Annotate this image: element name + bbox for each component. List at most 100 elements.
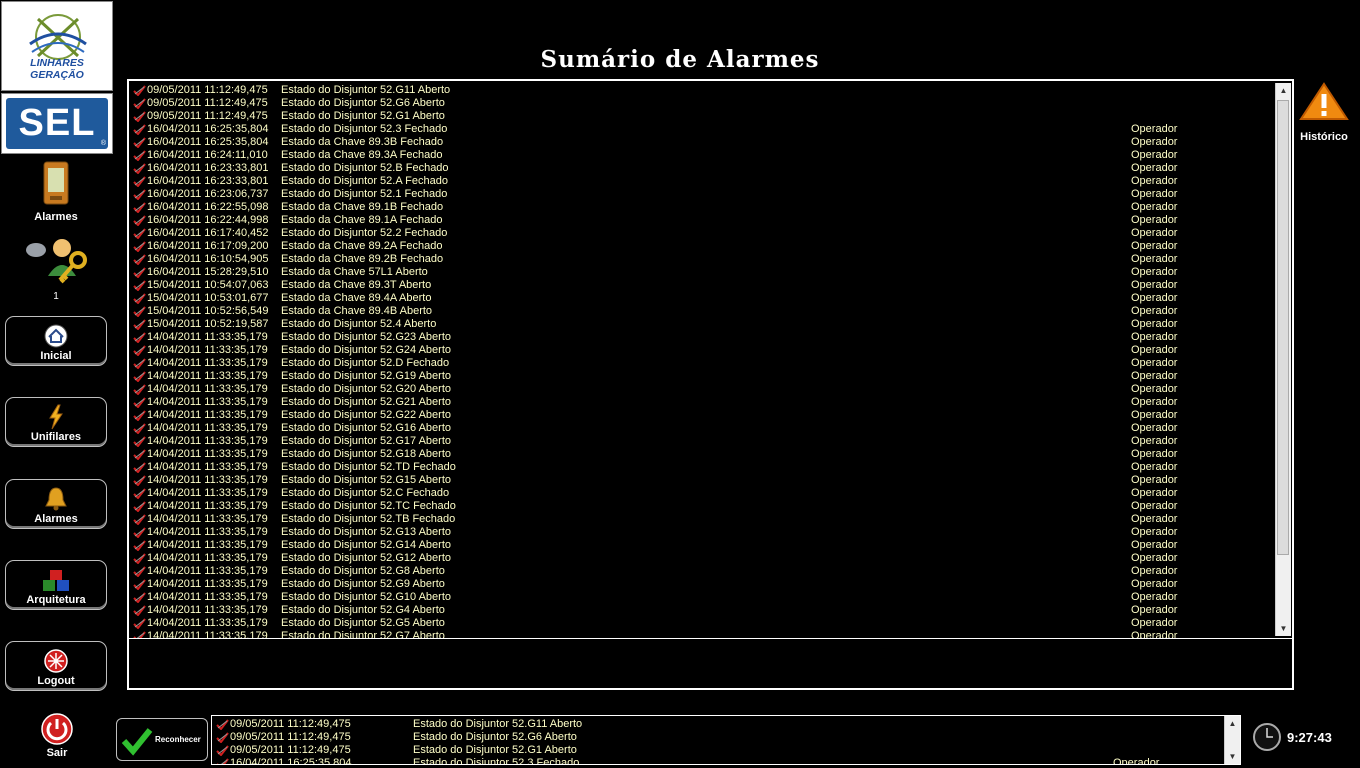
- alarm-timestamp: 09/05/2011 11:12:49,475: [147, 110, 268, 122]
- alarm-timestamp: 14/04/2011 11:33:35,179: [147, 578, 268, 590]
- alarm-row[interactable]: 16/04/2011 16:23:33,801 Estado do Disjunt…: [130, 175, 1273, 188]
- alarm-row[interactable]: 14/04/2011 11:33:35,179 Estado do Disjunt…: [130, 448, 1273, 461]
- alarm-row[interactable]: 14/04/2011 11:33:35,179 Estado do Disjunt…: [130, 552, 1273, 565]
- alarm-row[interactable]: 14/04/2011 11:33:35,179 Estado do Disjunt…: [130, 604, 1273, 617]
- alarm-row[interactable]: 14/04/2011 11:33:35,179 Estado do Disjunt…: [130, 617, 1273, 630]
- reconhecer-button[interactable]: Reconhecer: [116, 718, 208, 761]
- alarm-description: Estado do Disjuntor 52.G7 Aberto: [281, 630, 445, 638]
- alarm-row[interactable]: 15/04/2011 10:53:01,677 Estado da Chave 8…: [130, 292, 1273, 305]
- alarm-timestamp: 16/04/2011 16:17:40,452: [147, 227, 269, 239]
- nav-arquitetura-button[interactable]: Arquitetura: [5, 560, 107, 610]
- mini-scroll-down-icon[interactable]: ▼: [1225, 749, 1240, 764]
- alarm-timestamp: 09/05/2011 11:12:49,475: [147, 84, 268, 96]
- alarm-status-icon: [133, 137, 146, 148]
- alarm-status-icon: [133, 306, 146, 317]
- alarm-status-icon: [133, 384, 146, 395]
- alarm-status-icon: [216, 732, 229, 743]
- alarm-row[interactable]: 14/04/2011 11:33:35,179 Estado do Disjunt…: [130, 331, 1273, 344]
- alarm-row[interactable]: 14/04/2011 11:33:35,179 Estado do Disjunt…: [130, 500, 1273, 513]
- alarm-row[interactable]: 14/04/2011 11:33:35,179 Estado do Disjunt…: [130, 630, 1273, 638]
- alarm-row[interactable]: 09/05/2011 11:12:49,475 Estado do Disjunt…: [130, 97, 1273, 110]
- alarm-timestamp: 14/04/2011 11:33:35,179: [147, 526, 268, 538]
- alarm-row[interactable]: 09/05/2011 11:12:49,475 Estado do Disjunt…: [130, 110, 1273, 123]
- alarm-row[interactable]: 15/04/2011 10:54:07,063 Estado da Chave 8…: [130, 279, 1273, 292]
- alarm-row[interactable]: 14/04/2011 11:33:35,179 Estado do Disjunt…: [130, 422, 1273, 435]
- alarm-row[interactable]: 09/05/2011 11:12:49,475 Estado do Disjunt…: [213, 731, 1223, 744]
- alarm-row[interactable]: 16/04/2011 16:24:11,010 Estado da Chave 8…: [130, 149, 1273, 162]
- recent-alarm-list[interactable]: 09/05/2011 11:12:49,475 Estado do Disjunt…: [213, 718, 1223, 764]
- sel-logo-text: SEL: [6, 98, 108, 149]
- alarm-operator: Operador: [1131, 357, 1178, 369]
- alarm-timestamp: 14/04/2011 11:33:35,179: [147, 500, 268, 512]
- alarm-status-icon: [133, 475, 146, 486]
- alarm-row[interactable]: 16/04/2011 16:25:35,804 Estado do Disjunt…: [213, 757, 1223, 764]
- alarm-timestamp: 14/04/2011 11:33:35,179: [147, 565, 268, 577]
- alarm-row[interactable]: 14/04/2011 11:33:35,179 Estado do Disjunt…: [130, 526, 1273, 539]
- alarm-row[interactable]: 09/05/2011 11:12:49,475 Estado do Disjunt…: [130, 84, 1273, 97]
- user-access[interactable]: 1: [18, 236, 94, 302]
- alarm-status-icon: [133, 280, 146, 291]
- nav-inicial-button[interactable]: Inicial: [5, 316, 107, 366]
- exit-button[interactable]: Sair: [30, 712, 84, 759]
- alarm-list-scrollbar[interactable]: ▲ ▼: [1275, 83, 1291, 636]
- alarm-row[interactable]: 14/04/2011 11:33:35,179 Estado do Disjunt…: [130, 383, 1273, 396]
- alarm-description: Estado do Disjuntor 52.G12 Aberto: [281, 552, 451, 564]
- alarm-row[interactable]: 16/04/2011 16:22:55,098 Estado da Chave 8…: [130, 201, 1273, 214]
- alarm-row[interactable]: 14/04/2011 11:33:35,179 Estado do Disjunt…: [130, 409, 1273, 422]
- alarm-list[interactable]: 09/05/2011 11:12:49,475 Estado do Disjunt…: [130, 84, 1273, 638]
- alarms-shortcut[interactable]: Alarmes: [14, 160, 98, 223]
- recent-alarms-panel: 09/05/2011 11:12:49,475 Estado do Disjunt…: [211, 715, 1241, 765]
- alarm-row[interactable]: 14/04/2011 11:33:35,179 Estado do Disjunt…: [130, 461, 1273, 474]
- mini-scroll-up-icon[interactable]: ▲: [1225, 716, 1240, 731]
- alarm-row[interactable]: 14/04/2011 11:33:35,179 Estado do Disjunt…: [130, 591, 1273, 604]
- alarm-row[interactable]: 16/04/2011 16:25:35,804 Estado do Disjunt…: [130, 123, 1273, 136]
- alarm-row[interactable]: 14/04/2011 11:33:35,179 Estado do Disjunt…: [130, 487, 1273, 500]
- alarm-description: Estado do Disjuntor 52.G24 Aberto: [281, 344, 451, 356]
- alarm-operator: Operador: [1131, 149, 1178, 161]
- alarm-description: Estado do Disjuntor 52.G15 Aberto: [281, 474, 451, 486]
- alarm-row[interactable]: 14/04/2011 11:33:35,179 Estado do Disjunt…: [130, 565, 1273, 578]
- alarm-operator: Operador: [1131, 162, 1178, 174]
- lightning-icon: [49, 404, 63, 430]
- alarm-row[interactable]: 14/04/2011 11:33:35,179 Estado do Disjunt…: [130, 435, 1273, 448]
- alarm-description: Estado do Disjuntor 52.G22 Aberto: [281, 409, 451, 421]
- alarm-row[interactable]: 15/04/2011 10:52:56,549 Estado da Chave 8…: [130, 305, 1273, 318]
- alarm-row[interactable]: 16/04/2011 16:10:54,905 Estado da Chave 8…: [130, 253, 1273, 266]
- scroll-up-icon[interactable]: ▲: [1276, 83, 1291, 98]
- alarm-row[interactable]: 16/04/2011 16:23:06,737 Estado do Disjunt…: [130, 188, 1273, 201]
- alarm-timestamp: 16/04/2011 15:28:29,510: [147, 266, 269, 278]
- alarm-operator: Operador: [1131, 253, 1178, 265]
- alarm-row[interactable]: 14/04/2011 11:33:35,179 Estado do Disjunt…: [130, 396, 1273, 409]
- alarm-row[interactable]: 14/04/2011 11:33:35,179 Estado do Disjunt…: [130, 474, 1273, 487]
- alarm-status-icon: [133, 540, 146, 551]
- alarm-status-icon: [133, 293, 146, 304]
- alarm-row[interactable]: 16/04/2011 16:22:44,998 Estado da Chave 8…: [130, 214, 1273, 227]
- alarm-row[interactable]: 09/05/2011 11:12:49,475 Estado do Disjunt…: [213, 744, 1223, 757]
- alarm-row[interactable]: 16/04/2011 16:17:09,200 Estado da Chave 8…: [130, 240, 1273, 253]
- alarm-description: Estado do Disjuntor 52.G5 Aberto: [281, 617, 445, 629]
- alarm-row[interactable]: 14/04/2011 11:33:35,179 Estado do Disjunt…: [130, 513, 1273, 526]
- alarm-row[interactable]: 16/04/2011 16:17:40,452 Estado do Disjunt…: [130, 227, 1273, 240]
- nav-alarmes-button[interactable]: Alarmes: [5, 479, 107, 529]
- historico-button[interactable]: Histórico: [1297, 82, 1351, 143]
- alarm-timestamp: 16/04/2011 16:17:09,200: [147, 240, 269, 252]
- recent-alarm-scrollbar[interactable]: ▲ ▼: [1224, 716, 1240, 764]
- alarm-row[interactable]: 14/04/2011 11:33:35,179 Estado do Disjunt…: [130, 539, 1273, 552]
- scroll-down-icon[interactable]: ▼: [1276, 621, 1291, 636]
- alarm-row[interactable]: 14/04/2011 11:33:35,179 Estado do Disjunt…: [130, 357, 1273, 370]
- alarm-row[interactable]: 14/04/2011 11:33:35,179 Estado do Disjunt…: [130, 578, 1273, 591]
- alarm-row[interactable]: 16/04/2011 16:25:35,804 Estado da Chave 8…: [130, 136, 1273, 149]
- alarm-row[interactable]: 14/04/2011 11:33:35,179 Estado do Disjunt…: [130, 344, 1273, 357]
- scroll-thumb[interactable]: [1277, 100, 1289, 555]
- blocks-icon: [43, 570, 69, 591]
- exit-label: Sair: [46, 747, 68, 759]
- alarm-description: Estado do Disjuntor 52.C Fechado: [281, 487, 450, 499]
- alarm-row[interactable]: 16/04/2011 15:28:29,510 Estado da Chave 5…: [130, 266, 1273, 279]
- nav-unifilares-button[interactable]: Unifilares: [5, 397, 107, 447]
- alarm-row[interactable]: 16/04/2011 16:23:33,801 Estado do Disjunt…: [130, 162, 1273, 175]
- nav-logout-button[interactable]: Logout: [5, 641, 107, 691]
- alarm-row[interactable]: 15/04/2011 10:52:19,587 Estado do Disjunt…: [130, 318, 1273, 331]
- alarm-row[interactable]: 14/04/2011 11:33:35,179 Estado do Disjunt…: [130, 370, 1273, 383]
- alarm-operator: Operador: [1131, 240, 1178, 252]
- alarm-row[interactable]: 09/05/2011 11:12:49,475 Estado do Disjunt…: [213, 718, 1223, 731]
